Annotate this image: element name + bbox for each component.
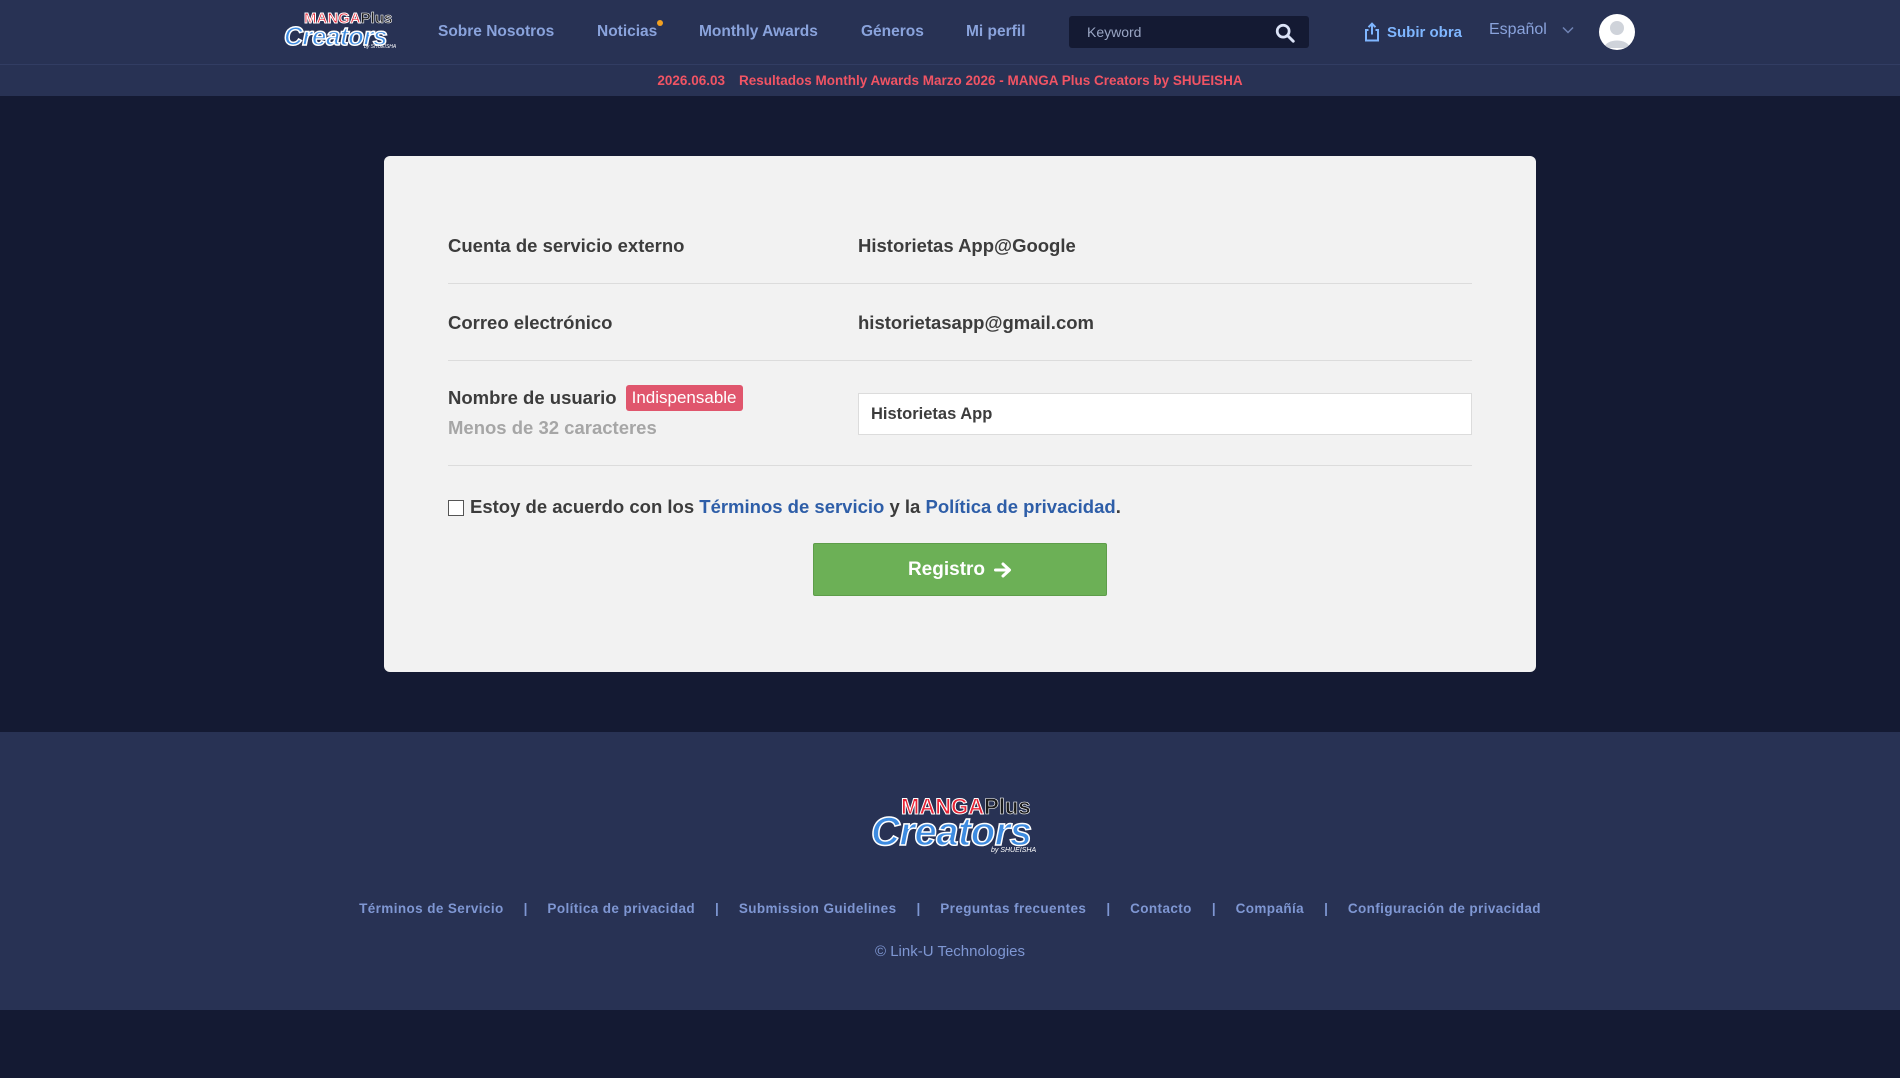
nav-noticias[interactable]: Noticias [597, 23, 657, 41]
footer-links: Términos de Servicio | Política de privaci… [0, 900, 1900, 918]
language-label: Español [1489, 21, 1547, 38]
avatar-icon [1600, 15, 1634, 49]
footer-link-submission-guidelines[interactable]: Submission Guidelines [739, 901, 897, 916]
nav-mi-perfil[interactable]: Mi perfil [966, 23, 1025, 41]
nav-monthly-awards[interactable]: Monthly Awards [699, 23, 818, 41]
username-input[interactable] [858, 393, 1472, 435]
nav-generos[interactable]: Géneros [861, 23, 924, 41]
footer-link-terms[interactable]: Términos de Servicio [359, 901, 504, 916]
nav-sobre-nosotros[interactable]: Sobre Nosotros [438, 23, 554, 41]
register-label: Registro [907, 558, 986, 580]
copyright: © Link-U Technologies [874, 943, 1026, 960]
external-account-value: Historietas App@Google [858, 235, 1076, 256]
search-input[interactable] [1087, 16, 1267, 48]
terms-of-service-link[interactable]: Términos de servicio [699, 496, 884, 518]
separator: | [523, 901, 528, 916]
footer-link-privacy[interactable]: Política de privacidad [547, 901, 695, 916]
registration-card: Cuenta de servicio externo Historietas A… [384, 156, 1536, 672]
footer-link-privacy-settings[interactable]: Configuración de privacidad [1348, 901, 1541, 916]
language-select[interactable]: Español [1489, 21, 1574, 39]
announcement-bar: 2026.06.03 Resultados Monthly Awards Marz… [0, 64, 1900, 96]
agree-suffix-text: . [1115, 496, 1121, 517]
announcement-text: Resultados Monthly Awards Marzo 2026 - M… [738, 73, 1243, 88]
upload-work-button[interactable]: Subir obra [1364, 20, 1462, 44]
footer-link-company[interactable]: Compañía [1236, 901, 1304, 916]
announcement-date: 2026.06.03 [657, 73, 725, 88]
chevron-down-icon [1562, 26, 1574, 34]
separator: | [1211, 901, 1216, 916]
upload-icon [1365, 22, 1379, 42]
arrow-right-icon [994, 562, 1012, 577]
privacy-policy-link[interactable]: Política de privacidad [925, 496, 1115, 518]
username-hint: Menos de 32 caracteres [448, 417, 657, 438]
terms-checkbox[interactable] [448, 500, 464, 516]
avatar[interactable] [1599, 14, 1635, 50]
email-row: Correo electrónico historietasapp@gmail.… [448, 284, 1472, 361]
footer-link-faq[interactable]: Preguntas frecuentes [940, 901, 1086, 916]
separator: | [1106, 901, 1111, 916]
announcement-link[interactable]: 2026.06.03 Resultados Monthly Awards Marz… [657, 73, 1242, 88]
username-row: Nombre de usuario Indispensable Menos de … [448, 361, 1472, 466]
top-header: MANGAPlus Creators by SHUEISHA Sobre Nos… [0, 0, 1900, 64]
footer-logo-sub-text: by SHUEISHA [991, 847, 1037, 854]
footer-logo[interactable]: MANGAPlus Creators by SHUEISHA [870, 794, 1049, 858]
username-label: Nombre de usuario [448, 386, 617, 408]
username-label-group: Nombre de usuario Indispensable [448, 385, 743, 412]
agree-middle-text: y la [884, 496, 926, 517]
register-button[interactable]: Registro [813, 543, 1107, 596]
terms-agreement: Estoy de acuerdo con los Términos de ser… [448, 494, 1121, 520]
email-label: Correo electrónico [448, 312, 613, 333]
agree-prefix-text: Estoy de acuerdo con los [470, 496, 700, 517]
notification-dot [657, 20, 663, 26]
search-icon[interactable] [1274, 22, 1296, 44]
external-account-row: Cuenta de servicio externo Historietas A… [448, 156, 1472, 284]
footer-link-contact[interactable]: Contacto [1130, 901, 1192, 916]
header-logo[interactable]: MANGAPlus Creators by SHUEISHA [283, 10, 399, 52]
search-box [1069, 16, 1309, 48]
external-account-label: Cuenta de servicio externo [448, 235, 685, 256]
upload-work-label: Subir obra [1387, 23, 1463, 41]
separator: | [1324, 901, 1328, 916]
separator: | [715, 901, 719, 916]
email-value: historietasapp@gmail.com [858, 312, 1094, 333]
footer: MANGAPlus Creators by SHUEISHA Términos … [0, 732, 1900, 1010]
logo-sub-text: by SHUEISHA [364, 44, 397, 50]
required-badge: Indispensable [625, 385, 743, 411]
separator: | [916, 901, 921, 916]
